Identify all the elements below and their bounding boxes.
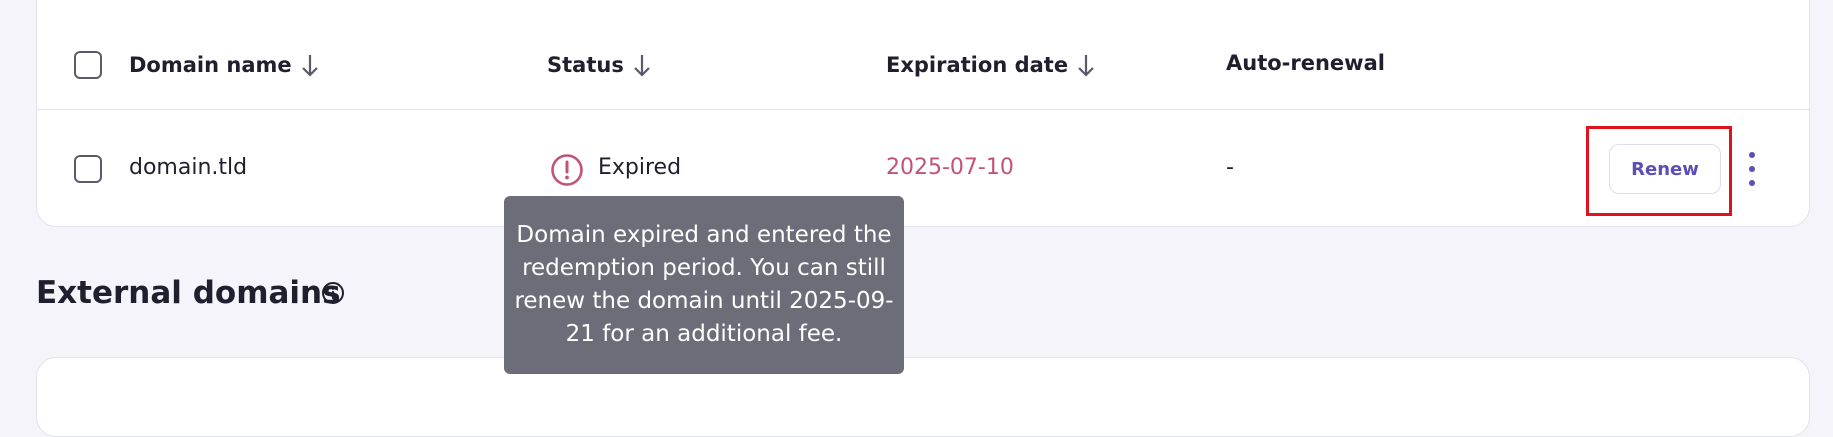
- kebab-dot: [1749, 166, 1755, 172]
- highlight-box: [1586, 126, 1732, 216]
- domains-table-card: [36, 0, 1810, 227]
- info-circle-icon[interactable]: [321, 281, 345, 305]
- external-domains-card: [36, 357, 1810, 437]
- column-header-label: Auto-renewal: [1226, 51, 1385, 75]
- row-checkbox[interactable]: [74, 155, 102, 183]
- domain-name-cell[interactable]: domain.tld: [129, 155, 247, 180]
- status-tooltip: Domain expired and entered the redemptio…: [504, 196, 904, 374]
- column-header-status[interactable]: Status: [547, 51, 652, 79]
- arrow-down-icon: [301, 55, 318, 77]
- column-header-label: Domain name: [129, 53, 292, 77]
- kebab-dot: [1749, 180, 1755, 186]
- select-all-checkbox[interactable]: [74, 51, 102, 79]
- kebab-dot: [1749, 152, 1755, 158]
- column-header-domain-name[interactable]: Domain name: [129, 51, 320, 79]
- arrow-down-icon: [1078, 55, 1094, 77]
- tooltip-text: Domain expired and entered the redemptio…: [514, 222, 894, 347]
- column-header-label: Expiration date: [886, 53, 1069, 77]
- column-header-label: Status: [547, 53, 624, 77]
- arrow-down-icon: [634, 55, 650, 77]
- kebab-menu-icon[interactable]: [1740, 150, 1764, 188]
- column-header-expiration-date[interactable]: Expiration date: [886, 51, 1096, 79]
- status-text: Expired: [598, 155, 682, 180]
- table-divider: [36, 109, 1810, 110]
- column-header-auto-renewal: Auto-renewal: [1226, 51, 1385, 75]
- expiration-date-cell: 2025-07-10: [886, 155, 1014, 180]
- exclamation-circle-icon: [551, 154, 583, 186]
- auto-renewal-cell: -: [1226, 155, 1234, 180]
- external-domains-title: External domains: [36, 275, 341, 311]
